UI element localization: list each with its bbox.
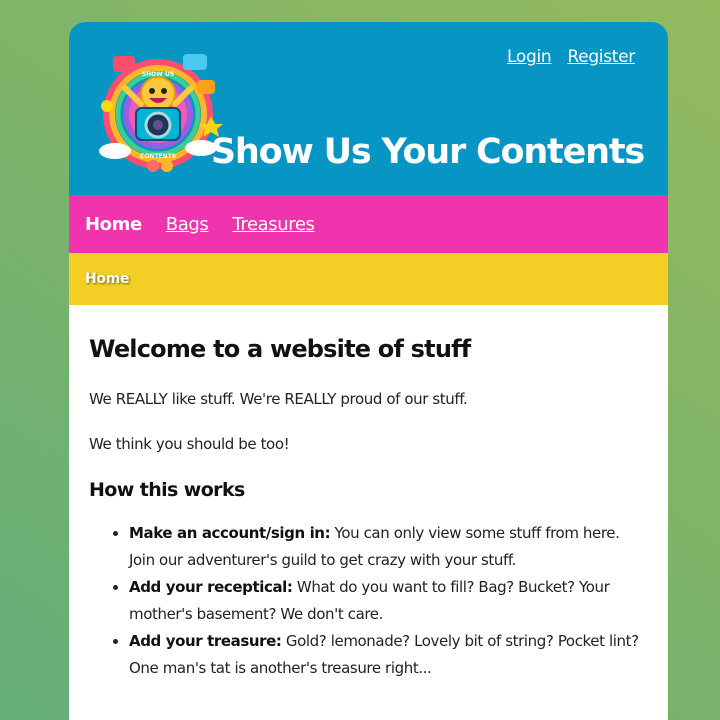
logo-text-top: SHOW US <box>142 71 174 78</box>
step-title: Make an account/sign in: <box>129 524 331 542</box>
nav-item-bags[interactable]: Bags <box>166 214 209 235</box>
logo-text-bottom: CONTENTS <box>140 153 176 160</box>
how-it-works-heading: How this works <box>89 479 245 501</box>
step-title: Add your receptical: <box>129 578 293 596</box>
intro-paragraph-2: We think you should be too! <box>89 435 290 453</box>
list-item: Add your receptical: What do you want to… <box>129 574 648 628</box>
nav-item-home[interactable]: Home <box>85 214 142 235</box>
steps-list: Make an account/sign in: You can only vi… <box>89 520 648 682</box>
main-nav: Home Bags Treasures <box>69 195 668 253</box>
step-title: Add your treasure: <box>129 632 282 650</box>
login-link[interactable]: Login <box>507 47 552 67</box>
page-heading: Welcome to a website of stuff <box>89 335 471 363</box>
breadcrumb: Home <box>69 253 668 305</box>
nav-item-treasures[interactable]: Treasures <box>232 214 315 235</box>
main-content: Welcome to a website of stuff We REALLY … <box>69 305 668 682</box>
list-item: Make an account/sign in: You can only vi… <box>129 520 648 574</box>
site-header: SHOW US CONTENTS Login Register Show Us … <box>69 22 668 195</box>
list-item: Add your treasure: Gold? lemonade? Lovel… <box>129 628 648 682</box>
breadcrumb-current: Home <box>85 271 130 287</box>
camera-mascot-logo-icon[interactable]: SHOW US CONTENTS <box>93 46 223 176</box>
register-link[interactable]: Register <box>567 47 635 67</box>
auth-links: Login Register <box>507 47 635 67</box>
intro-paragraph: We REALLY like stuff. We're REALLY proud… <box>89 390 468 408</box>
page-card: SHOW US CONTENTS Login Register Show Us … <box>69 22 668 720</box>
site-title: Show Us Your Contents <box>210 132 645 172</box>
